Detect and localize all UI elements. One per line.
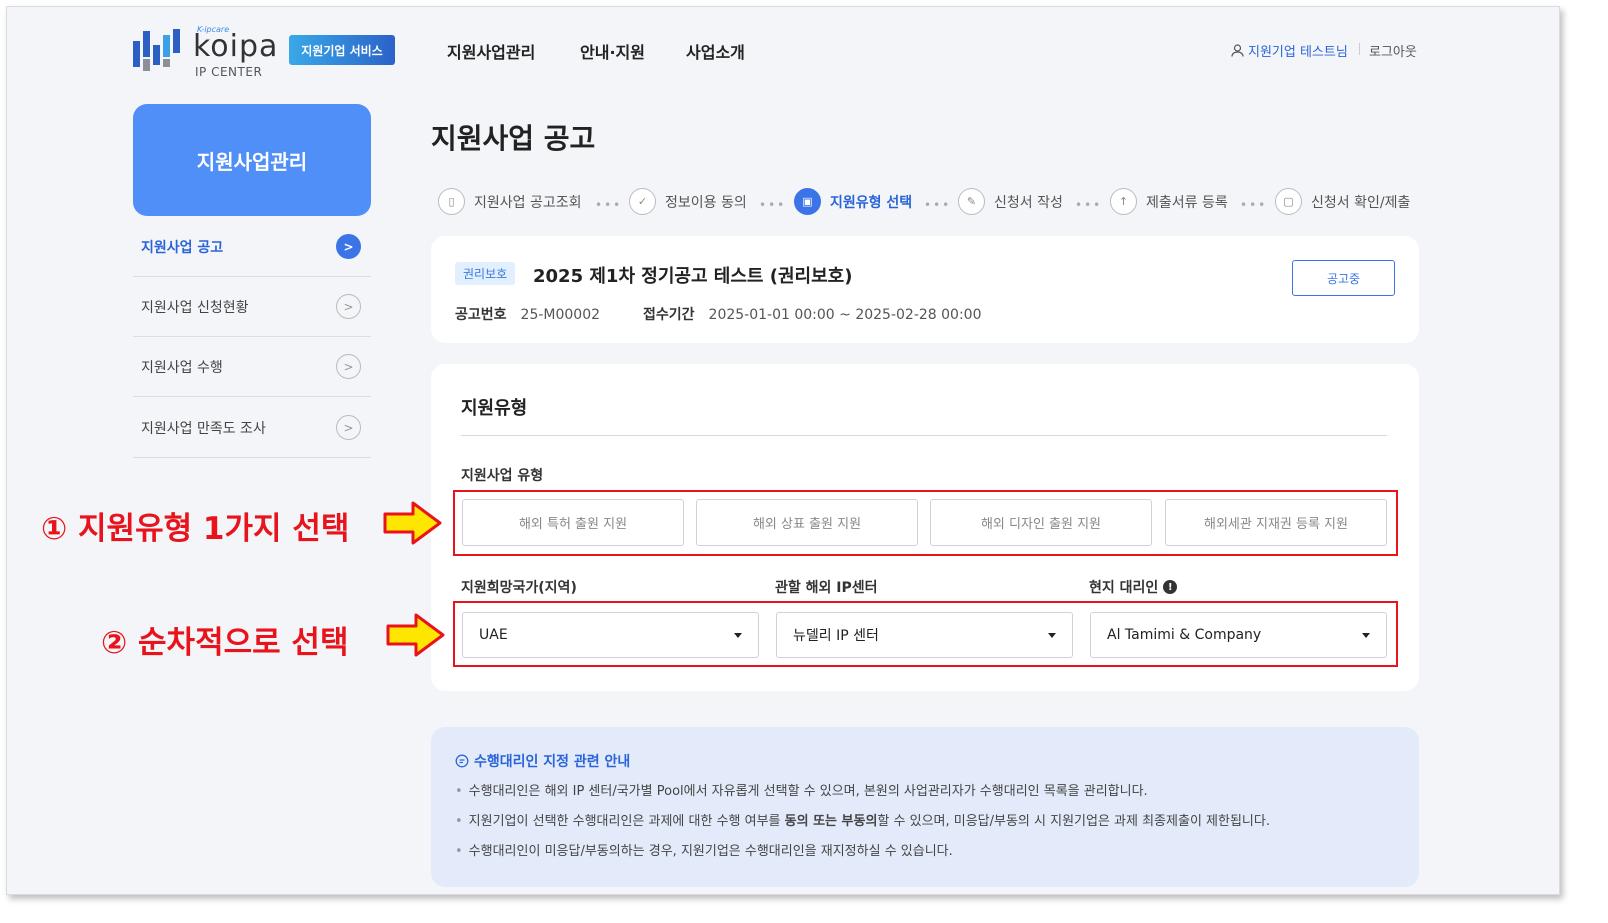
step-document-upload: ↑ 제출서류 등록 <box>1110 188 1228 215</box>
user-link[interactable]: 지원기업 테스트님 <box>1231 41 1348 60</box>
sidebar-item-notice[interactable]: 지원사업 공고 > <box>133 217 371 277</box>
sidebar-item-application-status[interactable]: 지원사업 신청현황 > <box>133 277 371 337</box>
section-divider <box>461 435 1387 436</box>
chevron-right-icon: > <box>336 354 361 379</box>
section-title: 지원유형 <box>461 398 528 419</box>
arrow-right-icon <box>386 613 445 657</box>
guide-line-2-post: 할 수 있으며, 미응답/부동의 시 지원기업은 과제 최종제출이 제한됩니다. <box>877 814 1270 829</box>
chat-bubble-icon <box>455 754 469 768</box>
highlight-box-types <box>453 490 1398 556</box>
agent-label-wrap: 현지 대리인 ! <box>1089 577 1178 597</box>
guide-title: 수행대리인 지정 관련 안내 <box>455 751 630 771</box>
category-tag: 권리보호 <box>455 262 516 285</box>
step-separator: ••• <box>595 198 623 212</box>
step-label: 신청서 확인/제출 <box>1311 194 1411 211</box>
step-separator: ••• <box>1240 198 1268 212</box>
notice-period-value: 2025-01-01 00:00 ~ 2025-02-28 00:00 <box>708 307 982 323</box>
step-label: 지원사업 공고조회 <box>474 194 582 211</box>
guide-line-2-pre: 지원기업이 선택한 수행대리인은 과제에 대한 수행 여부를 <box>468 814 785 829</box>
step-confirm-submit: ▢ 신청서 확인/제출 <box>1275 188 1410 215</box>
logo-wordmark: koipa <box>193 29 279 64</box>
step-application-form: ✎ 신청서 작성 <box>958 188 1063 215</box>
util-divider <box>1359 43 1360 55</box>
notice-status-button[interactable]: 공고중 <box>1292 260 1395 296</box>
support-type-card: 지원유형 지원사업 유형 해외 특허 출원 지원 해외 상표 출원 지원 해외 … <box>431 364 1419 691</box>
notice-title: 2025 제1차 정기공고 테스트 (권리보호) <box>533 266 853 287</box>
highlight-box-selects <box>453 601 1398 667</box>
annotation-select-sequential: ② 순차적으로 선택 <box>101 625 349 661</box>
service-badge: 지원기업 서비스 <box>289 35 395 65</box>
guide-line-2: 지원기업이 선택한 수행대리인은 과제에 대한 수행 여부를 동의 또는 부동의… <box>455 810 1270 829</box>
pencil-icon: ✎ <box>958 188 985 215</box>
logo-subtitle: IP CENTER <box>195 65 263 79</box>
logout-link[interactable]: 로그아웃 <box>1369 41 1417 60</box>
annotation-select-type: ① 지원유형 1가지 선택 <box>41 511 350 547</box>
center-label: 관할 해외 IP센터 <box>775 580 878 596</box>
sidebar-item-label: 지원사업 공고 <box>141 239 224 256</box>
clipboard-icon: ▣ <box>794 188 821 215</box>
step-separator: ••• <box>1075 198 1103 212</box>
upload-icon: ↑ <box>1110 188 1137 215</box>
arrow-right-icon <box>383 501 442 545</box>
chevron-right-icon: > <box>336 234 361 259</box>
notice-card: 권리보호 2025 제1차 정기공고 테스트 (권리보호) 공고번호 25-M00… <box>431 236 1419 343</box>
notice-number-value: 25-M00002 <box>520 307 601 323</box>
sidebar-item-satisfaction-survey[interactable]: 지원사업 만족도 조사 > <box>133 398 371 458</box>
search-document-icon: ▯ <box>438 188 465 215</box>
sidebar-item-label: 지원사업 수행 <box>141 359 223 376</box>
koipa-logo[interactable]: K-ipcare koipa IP CENTER <box>133 25 283 79</box>
sidebar-item-label: 지원사업 신청현황 <box>141 299 249 316</box>
guide-line-1: 수행대리인은 해외 IP 센터/국가별 Pool에서 자유롭게 선택할 수 있으… <box>455 780 1148 799</box>
notice-period: 접수기간 2025-01-01 00:00 ~ 2025-02-28 00:00 <box>643 304 981 324</box>
chevron-right-icon: > <box>336 415 361 440</box>
page-title: 지원사업 공고 <box>431 122 596 155</box>
step-separator: ••• <box>924 198 952 212</box>
step-label: 신청서 작성 <box>994 194 1063 211</box>
step-label: 지원유형 선택 <box>830 194 913 211</box>
support-type-label: 지원사업 유형 <box>461 468 544 484</box>
guide-line-2-bold: 동의 또는 부동의 <box>784 814 878 829</box>
step-separator: ••• <box>759 198 787 212</box>
step-notice-inquiry: ▯ 지원사업 공고조회 <box>438 188 582 215</box>
notice-number-label: 공고번호 <box>455 307 507 323</box>
sidebar-item-label: 지원사업 만족도 조사 <box>141 420 266 437</box>
step-label: 정보이용 동의 <box>665 194 747 211</box>
document-icon: ▢ <box>1275 188 1302 215</box>
logo-bars-icon <box>133 29 180 71</box>
notice-period-label: 접수기간 <box>643 307 695 323</box>
step-label: 제출서류 등록 <box>1146 194 1228 211</box>
nav-guide-support[interactable]: 안내·지원 <box>580 39 645 63</box>
info-icon[interactable]: ! <box>1163 580 1178 594</box>
nav-support-management[interactable]: 지원사업관리 <box>447 39 535 63</box>
step-support-type: ▣ 지원유형 선택 <box>794 188 912 215</box>
guide-title-text: 수행대리인 지정 관련 안내 <box>474 754 631 770</box>
sidebar-title: 지원사업관리 <box>133 104 371 216</box>
country-label: 지원희망국가(지역) <box>461 580 577 596</box>
agent-guide-box: 수행대리인 지정 관련 안내 수행대리인은 해외 IP 센터/국가별 Pool에… <box>431 727 1419 887</box>
user-name: 지원기업 테스트님 <box>1248 45 1348 60</box>
guide-line-3: 수행대리인이 미응답/부동의하는 경우, 지원기업은 수행대리인을 재지정하실 … <box>455 840 953 859</box>
agent-label: 현지 대리인 <box>1089 580 1159 596</box>
notice-number: 공고번호 25-M00002 <box>455 304 600 324</box>
sidebar-item-execution[interactable]: 지원사업 수행 > <box>133 337 371 397</box>
check-document-icon: ✓ <box>629 188 656 215</box>
step-info-consent: ✓ 정보이용 동의 <box>629 188 747 215</box>
nav-business-intro[interactable]: 사업소개 <box>686 39 745 63</box>
chevron-right-icon: > <box>336 294 361 319</box>
user-icon <box>1231 44 1244 57</box>
app-window: K-ipcare koipa IP CENTER 지원기업 서비스 지원사업관리… <box>6 6 1560 895</box>
